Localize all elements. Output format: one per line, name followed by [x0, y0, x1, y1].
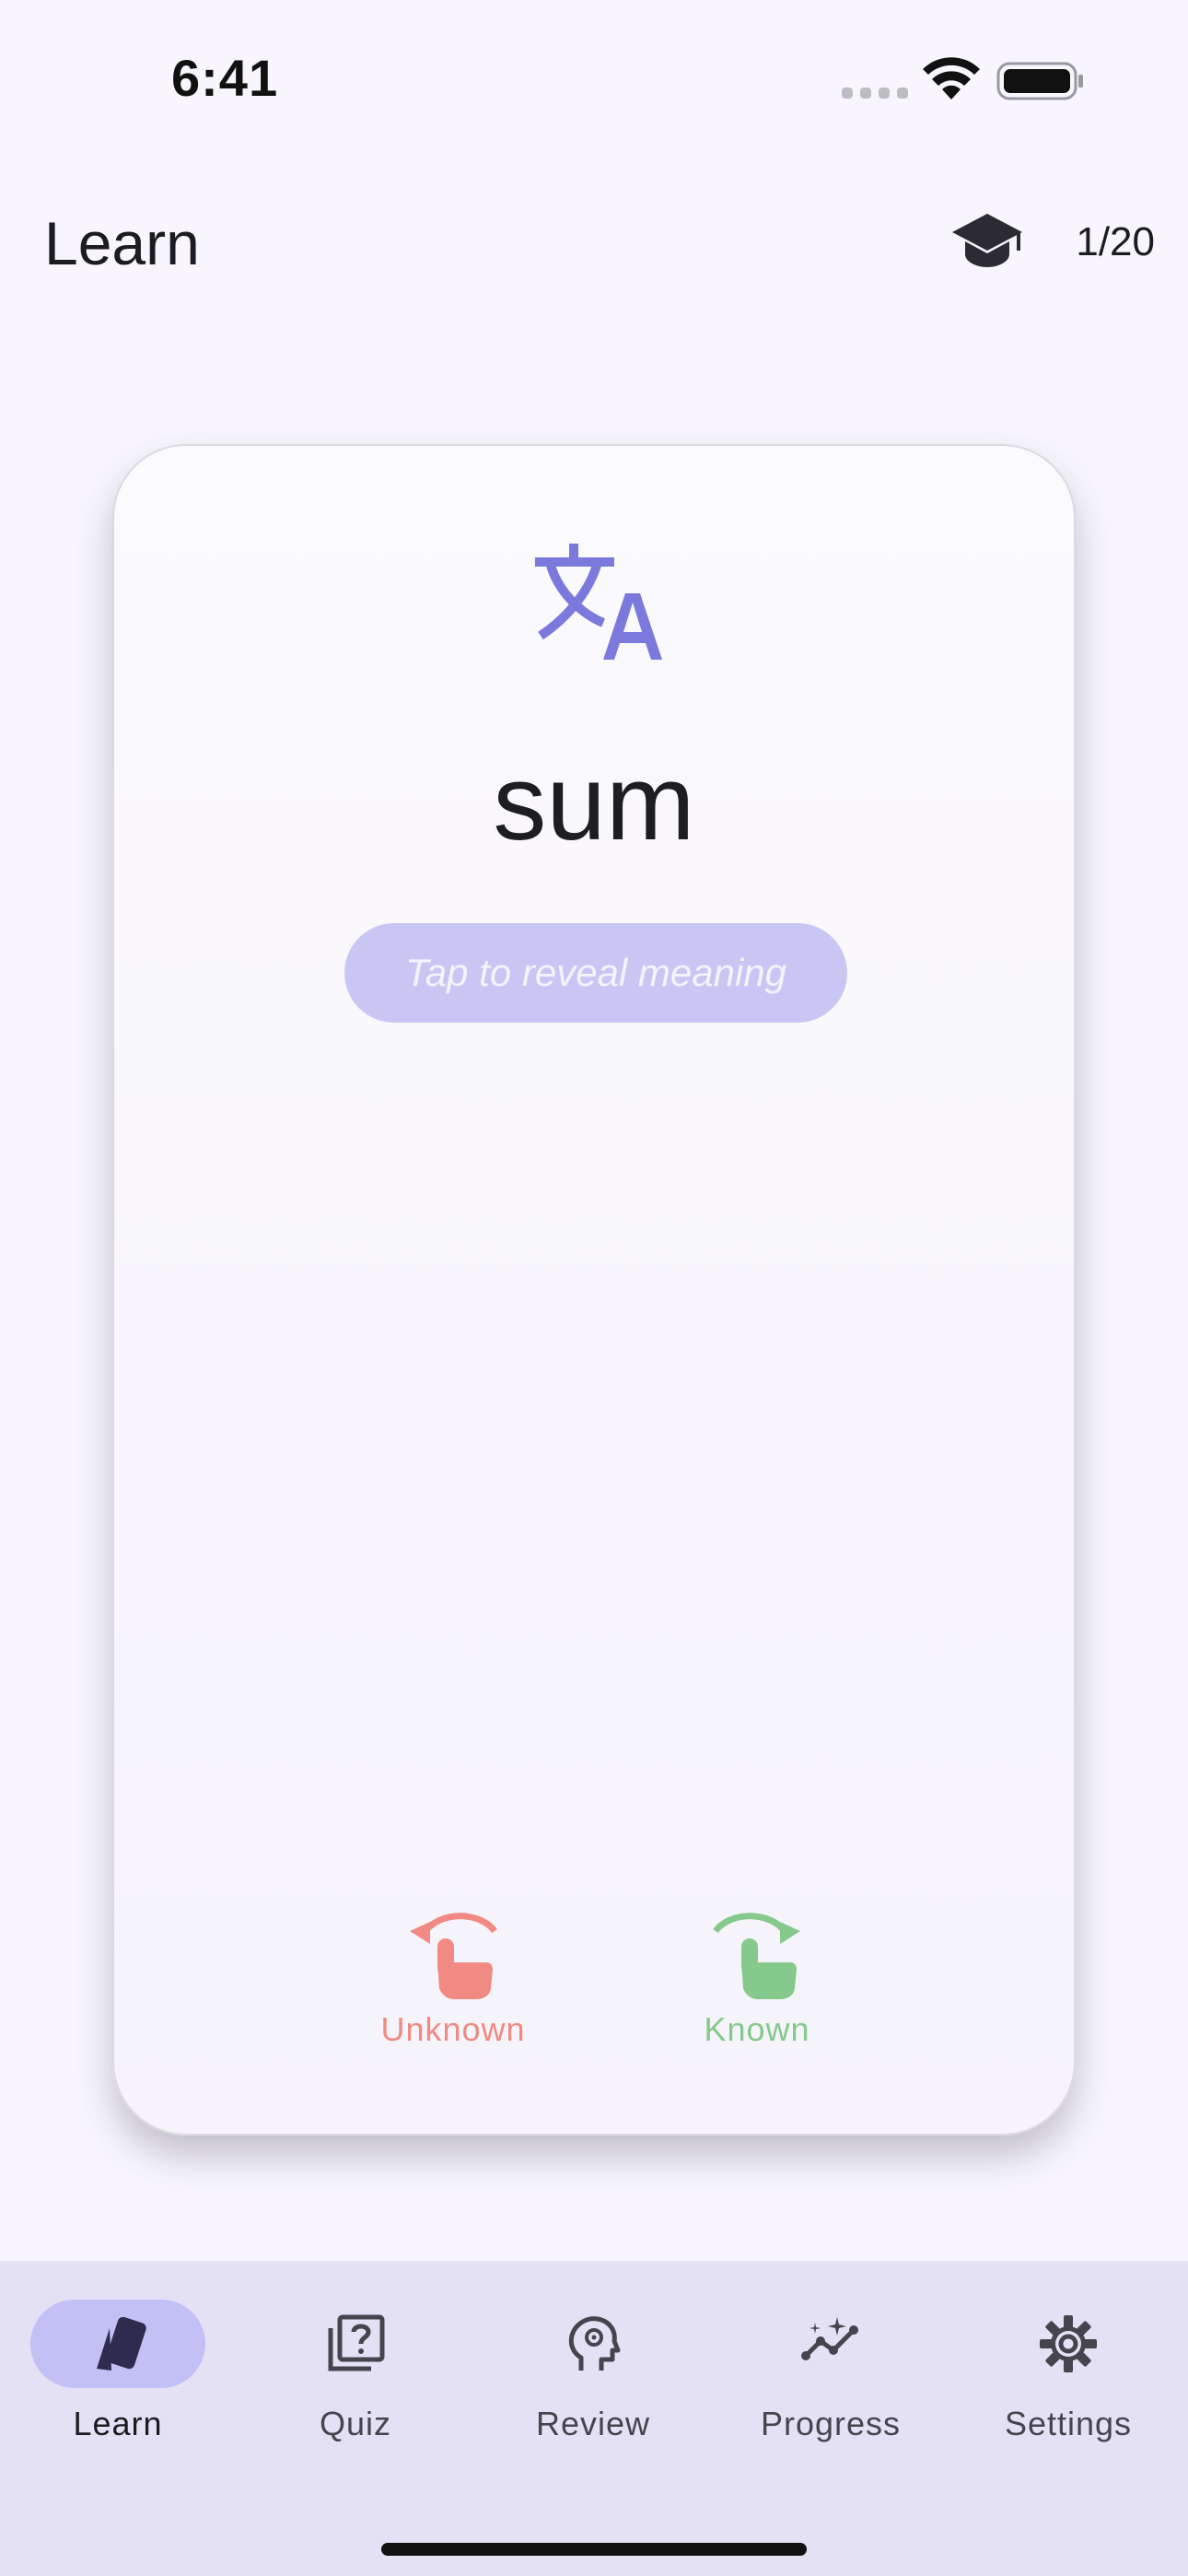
- nav-item-quiz[interactable]: Quiz: [254, 2300, 457, 2443]
- wifi-icon: [923, 57, 980, 100]
- status-bar: 6:41: [0, 0, 1188, 157]
- flashcard[interactable]: sum Tap to reveal meaning Unknown Known: [112, 444, 1076, 2136]
- nav-label-progress: Progress: [760, 2405, 902, 2442]
- nav-item-settings[interactable]: Settings: [967, 2300, 1170, 2443]
- status-time: 6:41: [171, 49, 279, 107]
- insights-icon: [801, 2317, 858, 2360]
- cellular-signal-icon: [842, 88, 908, 99]
- nav-label-learn: Learn: [73, 2405, 163, 2442]
- nav-active-indicator: [30, 2300, 205, 2388]
- swipe-left-icon: [410, 1913, 497, 1999]
- battery-icon: [996, 62, 1083, 100]
- app-bar: Learn 1/20: [0, 175, 1188, 304]
- nav-item-review[interactable]: Review: [492, 2300, 694, 2443]
- quiz-icon: [328, 2314, 385, 2371]
- psychology-icon: [568, 2316, 621, 2371]
- unknown-button[interactable]: Unknown: [343, 1903, 564, 2049]
- reveal-meaning-button[interactable]: Tap to reveal meaning: [344, 923, 847, 1023]
- nav-item-progress[interactable]: Progress: [729, 2300, 932, 2443]
- bottom-navigation: Learn Quiz Review Progress Settings: [0, 2261, 1188, 2576]
- nav-label-review: Review: [535, 2405, 651, 2442]
- flashcard-word: sum: [493, 743, 695, 862]
- cards-icon: [97, 2316, 146, 2371]
- translate-icon: [535, 544, 662, 660]
- nav-label-quiz: Quiz: [319, 2405, 392, 2442]
- swipe-right-icon: [713, 1913, 800, 1999]
- progress-counter: 1/20: [1076, 219, 1155, 264]
- school-icon[interactable]: [950, 210, 1024, 271]
- nav-item-learn[interactable]: Learn: [17, 2300, 219, 2443]
- known-label: Known: [704, 2010, 810, 2048]
- unknown-label: Unknown: [380, 2010, 526, 2048]
- home-indicator[interactable]: [381, 2543, 807, 2556]
- nav-label-settings: Settings: [1004, 2405, 1133, 2442]
- gear-icon: [1040, 2315, 1097, 2372]
- known-button[interactable]: Known: [646, 1903, 868, 2049]
- page-title: Learn: [44, 209, 200, 277]
